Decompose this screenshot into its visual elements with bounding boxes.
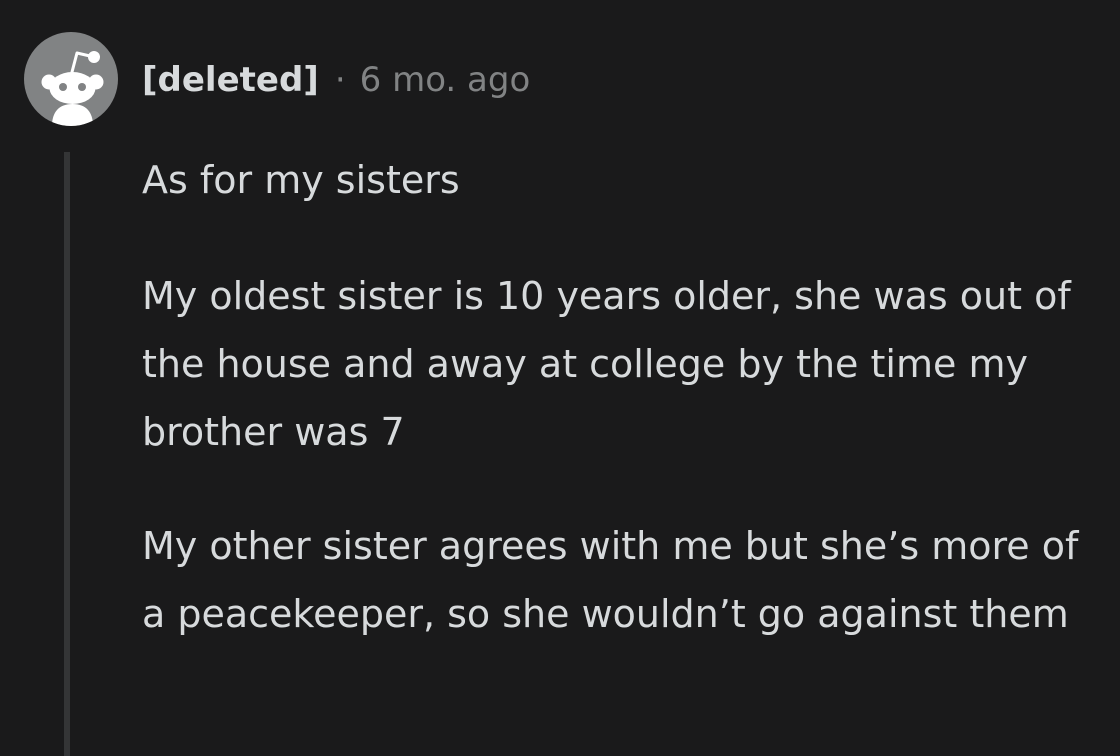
comment-paragraph: My oldest sister is 10 years older, she … (142, 274, 1071, 454)
comment-paragraph: My other sister agrees with me but she’s… (142, 524, 1079, 636)
snoo-avatar-icon (41, 51, 104, 126)
thread-collapse-line[interactable] (64, 152, 70, 756)
comment-paragraph: As for my sisters (142, 158, 460, 202)
comment-header: [deleted] · 6 mo. ago (142, 58, 530, 102)
meta-separator: · (334, 60, 346, 100)
author-name[interactable]: [deleted] (142, 60, 319, 100)
comment-body: As for my sisters My oldest sister is 10… (142, 146, 1092, 696)
avatar[interactable] (24, 32, 118, 126)
comment-timestamp[interactable]: 6 mo. ago (360, 60, 531, 100)
